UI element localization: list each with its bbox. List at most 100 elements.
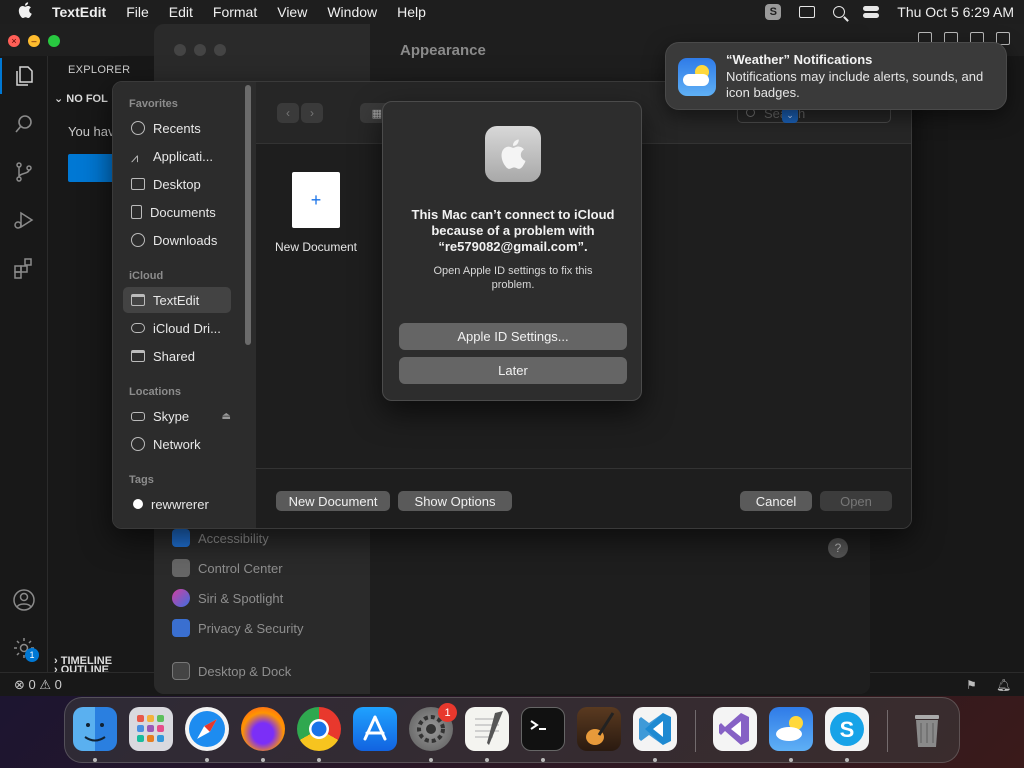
locations-header: Locations [129,386,181,398]
open-panel-footer: New Document Show Options Cancel Open [256,468,911,528]
sidebar-item-tag[interactable]: rewwrerer [123,491,231,517]
drive-icon [131,411,145,421]
eject-icon[interactable]: ⏏ [222,411,231,422]
icloud-alert-dialog: This Mac can’t connect to iCloud because… [382,101,642,401]
menu-help[interactable]: Help [397,4,426,20]
open-button[interactable]: Open [820,491,892,511]
activity-bar [0,56,48,680]
new-document-file-label[interactable]: New Document [270,240,362,254]
zoom-window-button[interactable] [48,35,60,47]
later-button[interactable]: Later [399,357,627,384]
minimize-window-button[interactable]: – [28,35,40,47]
settings-minimize-button[interactable] [194,44,206,56]
weather-app-icon [678,58,716,96]
menu-view[interactable]: View [277,4,307,20]
weather-notification[interactable]: “Weather” Notifications Notifications ma… [665,42,1007,110]
new-document-button[interactable]: New Document [276,491,390,511]
notification-body: Notifications may include alerts, sounds… [726,69,984,100]
dock-vscode-icon[interactable] [633,707,677,751]
dock-skype-icon[interactable]: S [825,707,869,751]
cancel-button[interactable]: Cancel [740,491,812,511]
spotlight-search-icon[interactable] [833,6,846,18]
sidebar-item-downloads[interactable]: Downloads [123,227,231,253]
settings-item-control-center[interactable]: Control Center [172,558,283,578]
sidebar-item-applications[interactable]: ⩘ Applicati... [123,143,231,169]
sidebar-item-recents[interactable]: Recents [123,115,231,141]
menu-edit[interactable]: Edit [169,4,193,20]
settings-item-privacy[interactable]: Privacy & Security [172,618,303,638]
sidebar-item-network[interactable]: Network [123,431,231,457]
dock-app-store-icon[interactable] [353,707,397,751]
settings-item-label: Desktop & Dock [198,663,292,679]
notifications-bell-icon[interactable]: 🔔︎ [996,678,1011,692]
sidebar-item-shared[interactable]: Shared [123,343,231,369]
sidebar-item-label: TextEdit [153,292,200,308]
tag-dot-icon [133,499,143,509]
privacy-hand-icon [172,619,190,637]
accounts-icon[interactable] [12,588,36,612]
sidebar-item-skype[interactable]: Skype ⏏ [123,403,231,429]
settings-close-button[interactable] [174,44,186,56]
folder-icon [131,294,145,306]
control-center-icon[interactable] [863,6,880,18]
forward-button[interactable]: › [301,103,323,123]
menu-format[interactable]: Format [213,4,257,20]
screen-mirroring-icon[interactable] [799,6,816,18]
dock-visual-studio-icon[interactable] [713,707,757,751]
run-debug-icon[interactable] [12,208,36,232]
settings-item-desktop-dock[interactable]: Desktop & Dock [172,661,291,681]
dock-launchpad-icon[interactable] [129,707,173,751]
menu-window[interactable]: Window [327,4,377,20]
no-folder-section[interactable]: ⌄ NO FOL [54,92,108,105]
new-document-file-icon[interactable]: + [292,172,340,228]
settings-dock-badge: 1 [438,703,457,722]
sidebar-item-label: Desktop [153,176,201,192]
dock-trash-icon[interactable] [905,707,949,751]
desktop-dock-icon [172,662,190,680]
menu-bar-clock[interactable]: Thu Oct 5 6:29 AM [897,4,1014,20]
dock-firefox-icon[interactable] [241,707,285,751]
sidebar-item-desktop[interactable]: Desktop [123,171,231,197]
menu-app-name[interactable]: TextEdit [52,4,106,20]
sidebar-item-textedit[interactable]: TextEdit [123,287,231,313]
settings-zoom-button[interactable] [214,44,226,56]
menu-file[interactable]: File [126,4,149,20]
apple-logo-icon [485,126,541,182]
dock-weather-icon[interactable] [769,707,813,751]
dock-safari-icon[interactable] [185,707,229,751]
dock-terminal-icon[interactable] [521,707,565,751]
problems-counter[interactable]: ⊗ 0 ⚠ 0 [14,677,62,693]
back-button[interactable]: ‹ [277,103,299,123]
show-options-button[interactable]: Show Options [398,491,512,511]
shared-folder-icon [131,350,145,362]
timeline-section[interactable]: › TIMELINE [54,655,112,667]
source-control-icon[interactable] [12,160,36,184]
sidebar-item-documents[interactable]: Documents [123,199,231,225]
help-button[interactable]: ? [828,538,848,558]
sidebar-item-label: Shared [153,348,195,364]
cloud-icon [131,323,145,333]
dock-finder-icon[interactable] [73,707,117,751]
svg-text:S: S [840,717,855,742]
skype-status-icon[interactable]: S [765,4,782,20]
favorites-header: Favorites [129,98,178,110]
running-indicator [789,758,793,762]
explorer-files-icon[interactable] [0,58,36,94]
settings-item-siri[interactable]: Siri & Spotlight [172,588,283,608]
feedback-icon[interactable]: ⚑ [966,678,977,692]
dock-textedit-icon[interactable] [465,707,509,751]
sidebar-scrollbar[interactable] [245,85,251,345]
dock-garageband-icon[interactable] [577,707,621,751]
dock-chrome-icon[interactable] [297,707,341,751]
search-icon[interactable] [12,112,36,136]
close-window-button[interactable]: × [8,35,20,47]
extensions-icon[interactable] [12,256,36,280]
settings-item-accessibility[interactable]: Accessibility [172,528,269,548]
notification-title: “Weather” Notifications [726,52,873,67]
sidebar-item-label: Skype [153,408,190,424]
apple-id-settings-button[interactable]: Apple ID Settings... [399,323,627,350]
manage-update-badge: 1 [25,648,39,662]
running-indicator [845,758,849,762]
sidebar-item-icloud-drive[interactable]: iCloud Dri... [123,315,231,341]
apple-menu-icon[interactable] [18,2,34,22]
